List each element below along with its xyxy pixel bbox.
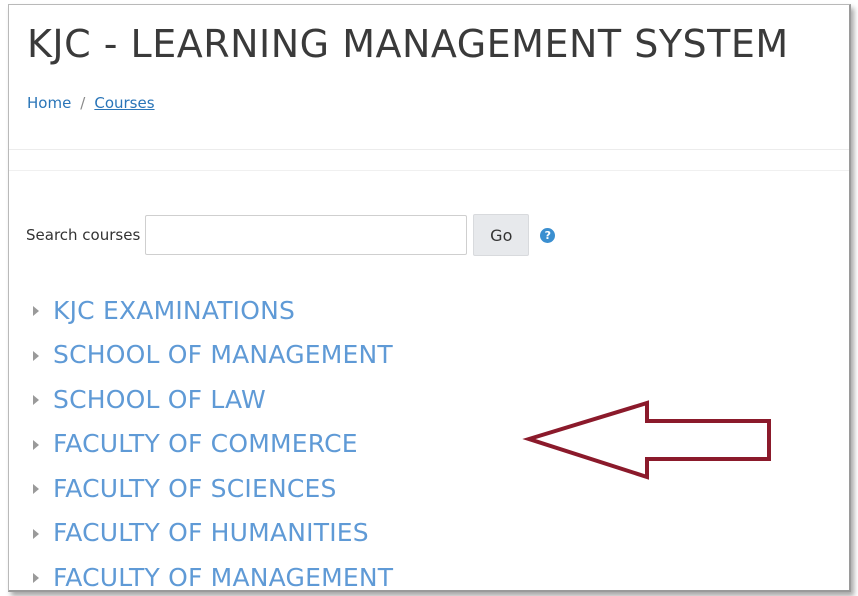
breadcrumb-courses-link[interactable]: Courses — [94, 94, 154, 112]
course-category-list: KJC EXAMINATIONS SCHOOL OF MANAGEMENT SC… — [33, 288, 393, 590]
course-search-form: Search courses Go ? — [26, 213, 556, 257]
category-link-kjc-examinations[interactable]: KJC EXAMINATIONS — [53, 296, 295, 325]
caret-right-icon[interactable] — [33, 484, 39, 495]
breadcrumb: Home / Courses — [27, 94, 155, 112]
breadcrumb-home-link[interactable]: Home — [27, 94, 71, 112]
caret-right-icon[interactable] — [33, 395, 39, 406]
left-arrow-icon — [522, 400, 771, 480]
category-item: SCHOOL OF MANAGEMENT — [33, 333, 393, 378]
caret-right-icon[interactable] — [33, 528, 39, 539]
category-link-faculty-of-management[interactable]: FACULTY OF MANAGEMENT — [53, 563, 393, 590]
category-link-faculty-of-sciences[interactable]: FACULTY OF SCIENCES — [53, 474, 337, 503]
caret-right-icon[interactable] — [33, 306, 39, 317]
breadcrumb-separator: / — [80, 94, 86, 112]
category-link-faculty-of-humanities[interactable]: FACULTY OF HUMANITIES — [53, 518, 369, 547]
category-link-faculty-of-commerce[interactable]: FACULTY OF COMMERCE — [53, 429, 358, 458]
go-button[interactable]: Go — [473, 214, 530, 256]
search-courses-input[interactable] — [145, 215, 468, 255]
header-divider — [9, 149, 849, 150]
category-item: KJC EXAMINATIONS — [33, 288, 393, 333]
category-item: FACULTY OF MANAGEMENT — [33, 555, 393, 590]
search-courses-label: Search courses — [26, 226, 141, 244]
category-item: FACULTY OF HUMANITIES — [33, 511, 393, 556]
category-item: FACULTY OF SCIENCES — [33, 466, 393, 511]
caret-right-icon[interactable] — [33, 439, 39, 450]
question-circle-icon[interactable]: ? — [540, 227, 556, 243]
category-item: SCHOOL OF LAW — [33, 377, 393, 422]
caret-right-icon[interactable] — [33, 350, 39, 361]
content-divider — [9, 170, 849, 171]
category-link-school-of-law[interactable]: SCHOOL OF LAW — [53, 385, 266, 414]
page-title: KJC - LEARNING MANAGEMENT SYSTEM — [27, 22, 789, 66]
screenshot-frame: KJC - LEARNING MANAGEMENT SYSTEM Home / Co… — [8, 4, 851, 592]
caret-right-icon[interactable] — [33, 573, 39, 584]
category-link-school-of-management[interactable]: SCHOOL OF MANAGEMENT — [53, 340, 393, 369]
category-item: FACULTY OF COMMERCE — [33, 422, 393, 467]
